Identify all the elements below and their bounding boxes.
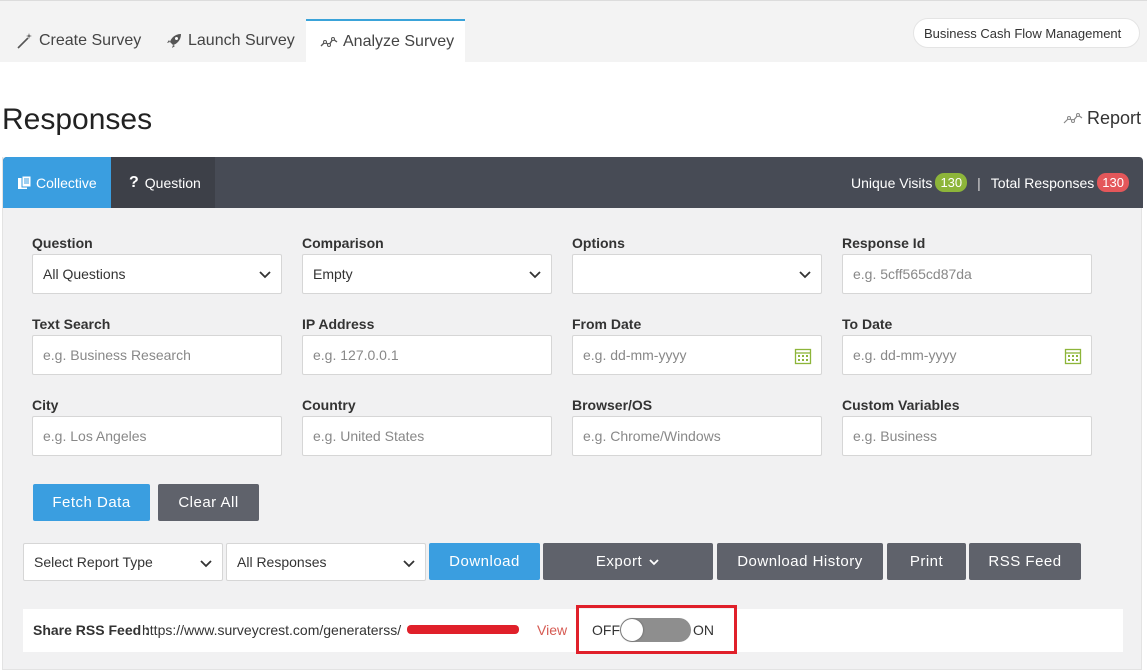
toggle-off-label: OFF <box>592 622 620 638</box>
line-chart-icon <box>1063 112 1083 123</box>
documents-icon <box>18 175 32 189</box>
magic-wand-icon <box>17 33 32 49</box>
browser-os-label: Browser/OS <box>572 397 653 413</box>
report-type-select[interactable]: Select Report Type <box>23 543 223 581</box>
rss-toggle-switch[interactable] <box>620 618 691 642</box>
export-button[interactable]: Export <box>543 543 713 580</box>
chevron-down-icon <box>200 560 212 568</box>
responses-filter-select[interactable]: All Responses <box>226 543 426 581</box>
tab-create-survey[interactable]: Create Survey <box>16 19 141 63</box>
tab-analyze-survey[interactable]: Analyze Survey <box>306 19 465 63</box>
export-button-label: Export <box>595 553 643 570</box>
toggle-on-label: ON <box>693 622 714 638</box>
rocket-icon <box>167 34 181 48</box>
unique-visits-label: Unique Visits <box>850 174 933 191</box>
chevron-down-icon <box>403 560 415 568</box>
top-navigation: Create Survey Launch Survey Analyze Surv… <box>0 0 1147 63</box>
text-search-label: Text Search <box>32 316 111 332</box>
city-input[interactable]: e.g. Los Angeles <box>32 416 282 456</box>
custom-variables-label: Custom Variables <box>842 397 960 413</box>
options-label: Options <box>572 235 625 251</box>
options-select[interactable] <box>572 254 822 294</box>
tab-question[interactable]: ? Question <box>111 157 215 208</box>
calendar-icon[interactable] <box>794 347 812 365</box>
country-input[interactable]: e.g. United States <box>302 416 552 456</box>
from-date-input[interactable]: e.g. dd-mm-yyyy <box>572 335 822 375</box>
rss-feed-button[interactable]: RSS Feed <box>969 543 1081 580</box>
tab-create-survey-label: Create Survey <box>39 32 142 49</box>
to-date-label: To Date <box>842 316 893 332</box>
calendar-icon[interactable] <box>1064 347 1082 365</box>
unique-visits-badge: 130 <box>935 173 968 192</box>
response-stats: Unique Visits 130 | Total Responses 130 <box>851 157 1129 208</box>
to-date-placeholder: e.g. dd-mm-yyyy <box>853 347 957 363</box>
question-mark-icon: ? <box>129 173 139 191</box>
text-search-input[interactable]: e.g. Business Research <box>32 335 282 375</box>
question-select[interactable]: All Questions <box>32 254 282 294</box>
comparison-select-value: Empty <box>313 266 353 282</box>
fetch-data-button[interactable]: Fetch Data <box>33 484 150 521</box>
response-id-input[interactable]: e.g. 5cff565cd87da <box>842 254 1092 294</box>
tab-question-label: Question <box>144 174 201 191</box>
panel-header: Collective ? Question Unique Visits 130 … <box>3 157 1143 208</box>
chevron-down-icon <box>799 271 811 279</box>
line-chart-icon <box>320 37 338 47</box>
question-select-value: All Questions <box>43 266 126 282</box>
responses-filter-value: All Responses <box>237 554 327 570</box>
custom-variables-input[interactable]: e.g. Business <box>842 416 1092 456</box>
rss-share-bar: Share RSS Feed : https://www.surveycrest… <box>23 605 1123 654</box>
responses-panel: Collective ? Question Unique Visits 130 … <box>2 157 1143 670</box>
chevron-down-icon <box>649 558 659 565</box>
tab-collective-label: Collective <box>36 174 97 191</box>
redaction-mark <box>407 625 519 634</box>
city-label: City <box>32 397 59 413</box>
total-responses-badge: 130 <box>1097 173 1129 192</box>
stats-separator: | <box>977 174 981 191</box>
to-date-input[interactable]: e.g. dd-mm-yyyy <box>842 335 1092 375</box>
tab-launch-survey-label: Launch Survey <box>188 32 295 49</box>
from-date-label: From Date <box>572 316 642 332</box>
ip-address-label: IP Address <box>302 316 375 332</box>
ip-address-input[interactable]: e.g. 127.0.0.1 <box>302 335 552 375</box>
tab-analyze-survey-label: Analyze Survey <box>343 33 455 50</box>
page-title: Responses <box>2 103 153 136</box>
comparison-select[interactable]: Empty <box>302 254 552 294</box>
clear-all-button[interactable]: Clear All <box>158 484 259 521</box>
print-button[interactable]: Print <box>887 543 966 580</box>
rss-share-label: Share RSS Feed : <box>33 622 150 638</box>
rss-view-link[interactable]: View <box>537 622 567 638</box>
comparison-label: Comparison <box>302 235 384 251</box>
tab-collective[interactable]: Collective <box>3 157 111 208</box>
rss-toggle-highlight: OFF ON <box>576 605 737 654</box>
country-label: Country <box>302 397 356 413</box>
rss-feed-url: https://www.surveycrest.com/generaterss/ <box>142 622 402 638</box>
report-link[interactable]: Report <box>1063 108 1141 129</box>
response-id-label: Response Id <box>842 235 926 251</box>
chevron-down-icon <box>529 271 541 279</box>
browser-os-input[interactable]: e.g. Chrome/Windows <box>572 416 822 456</box>
from-date-placeholder: e.g. dd-mm-yyyy <box>583 347 687 363</box>
report-link-label: Report <box>1087 108 1142 128</box>
download-history-button[interactable]: Download History <box>717 543 883 580</box>
download-button[interactable]: Download <box>429 543 540 580</box>
toggle-knob[interactable] <box>621 619 643 641</box>
question-label: Question <box>32 235 93 251</box>
chevron-down-icon <box>259 271 271 279</box>
report-type-value: Select Report Type <box>34 554 153 570</box>
survey-name-selector[interactable]: Business Cash Flow Management <box>913 18 1140 48</box>
tab-launch-survey[interactable]: Launch Survey <box>165 19 295 63</box>
total-responses-label: Total Responses <box>990 174 1095 191</box>
